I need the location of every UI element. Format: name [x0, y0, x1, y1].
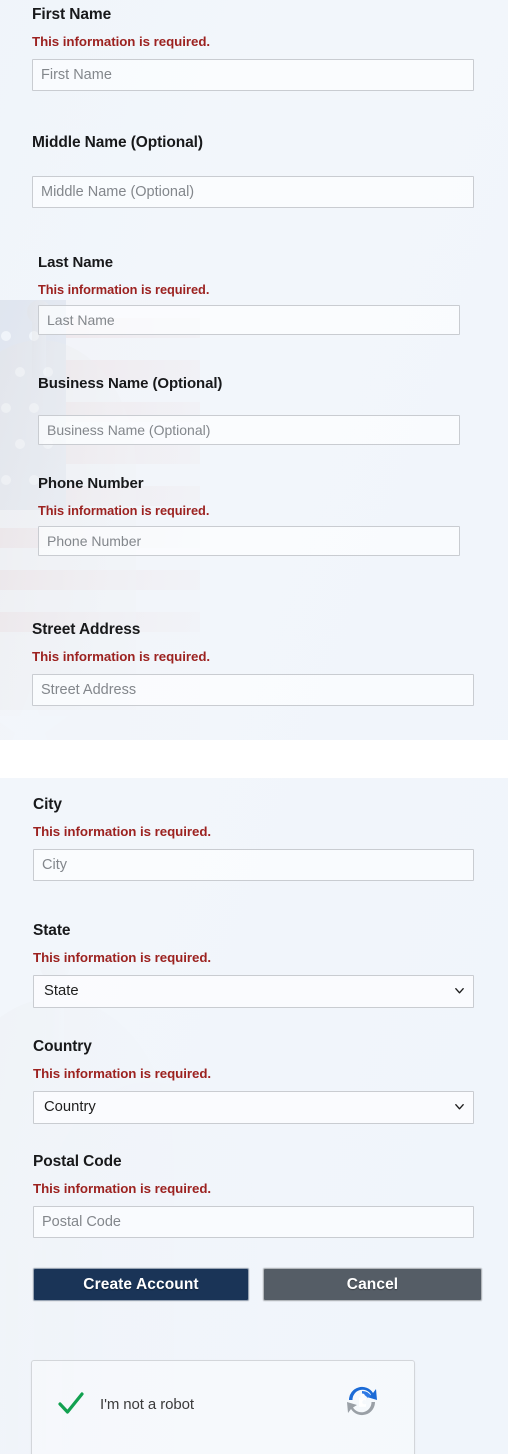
state-error: This information is required.: [33, 950, 212, 966]
first-name-input[interactable]: [32, 58, 474, 91]
last-name-input[interactable]: [38, 304, 460, 335]
capture-seam-divider: [0, 740, 508, 778]
field-last-name: Last Name This information is required.: [38, 254, 460, 335]
state-label: State: [33, 922, 71, 939]
form-panel-upper: First Name This information is required.…: [0, 0, 508, 740]
recaptcha-label: I'm not a robot: [100, 1396, 194, 1413]
postal-code-input[interactable]: [33, 1205, 474, 1238]
country-select[interactable]: Country: [33, 1090, 474, 1124]
postal-code-error: This information is required.: [33, 1181, 212, 1197]
field-state: State This information is required. Stat…: [33, 922, 474, 1008]
last-name-error: This information is required.: [38, 281, 210, 297]
field-middle-name: Middle Name (Optional): [32, 134, 474, 209]
city-input[interactable]: [33, 848, 474, 881]
field-street-address: Street Address This information is requi…: [32, 621, 474, 706]
business-name-input[interactable]: [38, 414, 460, 445]
business-name-label: Business Name (Optional): [38, 375, 223, 392]
country-label: Country: [33, 1038, 92, 1055]
middle-name-label: Middle Name (Optional): [32, 134, 203, 151]
field-phone-number: Phone Number This information is require…: [38, 475, 460, 556]
create-account-page: First Name This information is required.…: [0, 0, 508, 1454]
city-label: City: [33, 796, 62, 813]
street-address-input[interactable]: [32, 673, 474, 706]
state-select[interactable]: State: [33, 974, 474, 1008]
city-error: This information is required.: [33, 824, 212, 840]
form-content: First Name This information is required.…: [0, 0, 508, 1454]
field-first-name: First Name This information is required.: [32, 6, 474, 91]
form-action-buttons: Create Account Cancel: [0, 1268, 508, 1304]
phone-number-input[interactable]: [38, 525, 460, 556]
field-country: Country This information is required. Co…: [33, 1038, 474, 1124]
phone-number-label: Phone Number: [38, 475, 144, 492]
middle-name-input[interactable]: [32, 176, 474, 209]
field-city: City This information is required.: [33, 796, 474, 881]
recaptcha-widget[interactable]: I'm not a robot: [31, 1360, 415, 1454]
postal-code-label: Postal Code: [33, 1153, 122, 1170]
recaptcha-logo-icon: [340, 1379, 384, 1423]
country-error: This information is required.: [33, 1066, 212, 1082]
street-address-label: Street Address: [32, 621, 141, 638]
first-name-error: This information is required.: [32, 34, 211, 50]
cancel-button[interactable]: Cancel: [263, 1268, 482, 1301]
first-name-label: First Name: [32, 6, 112, 23]
last-name-label: Last Name: [38, 254, 113, 271]
form-panel-lower: City This information is required. State…: [0, 778, 508, 1454]
create-account-button[interactable]: Create Account: [33, 1268, 249, 1301]
street-address-error: This information is required.: [32, 649, 211, 665]
field-business-name: Business Name (Optional): [38, 375, 460, 445]
field-postal-code: Postal Code This information is required…: [33, 1153, 474, 1238]
phone-number-error: This information is required.: [38, 502, 210, 518]
green-checkmark-icon: [56, 1389, 86, 1419]
